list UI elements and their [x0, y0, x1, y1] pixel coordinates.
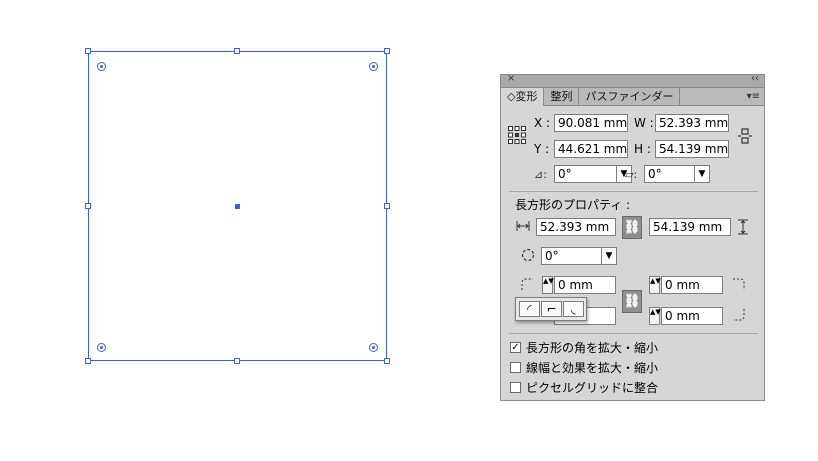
handle-bottom-left[interactable] — [85, 358, 91, 364]
constrain-proportions-icon[interactable] — [737, 127, 753, 145]
rect-height-field[interactable]: 54.139 mm — [649, 218, 731, 236]
rect-height-icon — [737, 219, 749, 235]
handle-middle-left[interactable] — [85, 203, 91, 209]
handle-top-right[interactable] — [384, 48, 390, 54]
x-position-field[interactable]: 90.081 mm — [554, 114, 628, 132]
close-icon[interactable]: × — [507, 73, 515, 84]
rotate-rect-icon — [521, 248, 535, 262]
panel-menu-icon[interactable]: ▾≡ — [747, 88, 760, 105]
rotate-icon: ⊿: — [534, 168, 547, 181]
pixel-grid-checkbox[interactable] — [510, 382, 521, 393]
y-label: Y : — [534, 142, 550, 156]
checkmark-icon: ✓ — [511, 342, 520, 353]
center-point — [235, 204, 240, 209]
corner-br-field[interactable]: 0 mm — [661, 307, 723, 325]
h-label: H : — [634, 142, 651, 156]
panel-title-bar[interactable]: × ‹‹ — [501, 73, 764, 88]
link-dimensions-button[interactable]: ⛓ — [622, 216, 642, 239]
round-corner-icon: ◜ — [527, 302, 532, 316]
tab-transform[interactable]: ◇変形 — [501, 88, 545, 106]
handle-bottom-center[interactable] — [234, 358, 240, 364]
corner-br-stepper[interactable]: ▲▼ — [649, 307, 661, 325]
height-field[interactable]: 54.139 mm — [655, 140, 729, 158]
shear-icon: ▱: — [625, 168, 638, 181]
corner-bottom-right-icon — [732, 308, 746, 322]
corner-tr-field[interactable]: 0 mm — [661, 276, 723, 294]
handle-middle-right[interactable] — [384, 203, 390, 209]
corner-type-popup: ◜ ⌐ ◟ — [515, 297, 587, 321]
corner-widget-top-right[interactable] — [369, 62, 378, 71]
link-corners-button[interactable]: ⛓ — [622, 290, 642, 313]
rect-width-icon — [516, 220, 530, 232]
corner-chamfer-button[interactable]: ◟ — [563, 301, 584, 317]
artboard[interactable] — [0, 0, 470, 461]
scale-corners-label[interactable]: 長方形の角を拡大・縮小 — [526, 341, 658, 355]
corner-round-button[interactable]: ◜ — [519, 301, 540, 317]
w-label: W : — [634, 116, 654, 130]
scale-strokes-checkbox[interactable] — [510, 362, 521, 373]
tab-align[interactable]: 整列 — [544, 88, 580, 105]
handle-top-center[interactable] — [234, 48, 240, 54]
transform-panel: × ‹‹ ◇変形 整列 パスファインダー ▾≡ X : 90.081 mm W … — [500, 73, 765, 401]
corner-top-left-icon — [520, 277, 534, 291]
corner-tl-field[interactable]: 0 mm — [554, 276, 616, 294]
rect-rotate-dropdown[interactable]: 0° ▼ — [541, 247, 617, 265]
width-field[interactable]: 52.393 mm — [655, 114, 729, 132]
corner-widget-top-left[interactable] — [97, 62, 106, 71]
inverted-corner-icon: ⌐ — [546, 302, 557, 316]
corner-inverted-button[interactable]: ⌐ — [541, 301, 562, 317]
chevron-down-icon[interactable]: ▼ — [694, 166, 709, 182]
x-label: X : — [534, 116, 551, 130]
handle-top-left[interactable] — [85, 48, 91, 54]
scale-corners-checkbox[interactable]: ✓ — [510, 342, 521, 353]
rect-properties-title: 長方形のプロパティ : — [515, 198, 631, 212]
divider — [509, 191, 758, 192]
corner-widget-bottom-left[interactable] — [97, 343, 106, 352]
rect-width-field[interactable]: 52.393 mm — [536, 218, 616, 236]
tab-pathfinder[interactable]: パスファインダー — [579, 88, 681, 105]
chamfer-corner-icon: ◟ — [571, 302, 576, 316]
corner-tl-stepper[interactable]: ▲▼ — [542, 276, 554, 294]
rect-rotate-value: 0° — [545, 249, 559, 263]
y-position-field[interactable]: 44.621 mm — [554, 140, 628, 158]
corner-tr-stepper[interactable]: ▲▼ — [649, 276, 661, 294]
chevron-down-icon[interactable]: ▼ — [601, 248, 616, 264]
shear-value: 0° — [648, 167, 662, 181]
pixel-grid-label[interactable]: ピクセルグリッドに整合 — [526, 381, 658, 395]
rotate-value: 0° — [558, 167, 572, 181]
scale-strokes-label[interactable]: 線幅と効果を拡大・縮小 — [526, 361, 658, 375]
corner-widget-bottom-right[interactable] — [369, 343, 378, 352]
chain-icon: ⛓ — [623, 294, 641, 309]
chain-icon: ⛓ — [623, 220, 641, 235]
divider — [509, 333, 758, 334]
corner-top-right-icon — [732, 277, 746, 291]
shear-dropdown[interactable]: 0° ▼ — [644, 165, 710, 183]
rotate-dropdown[interactable]: 0° ▼ — [554, 165, 632, 183]
handle-bottom-right[interactable] — [384, 358, 390, 364]
collapse-icon[interactable]: ‹‹ — [751, 73, 759, 84]
panel-tabs: ◇変形 整列 パスファインダー ▾≡ — [501, 88, 764, 106]
reference-point-grid-icon[interactable] — [508, 126, 526, 144]
